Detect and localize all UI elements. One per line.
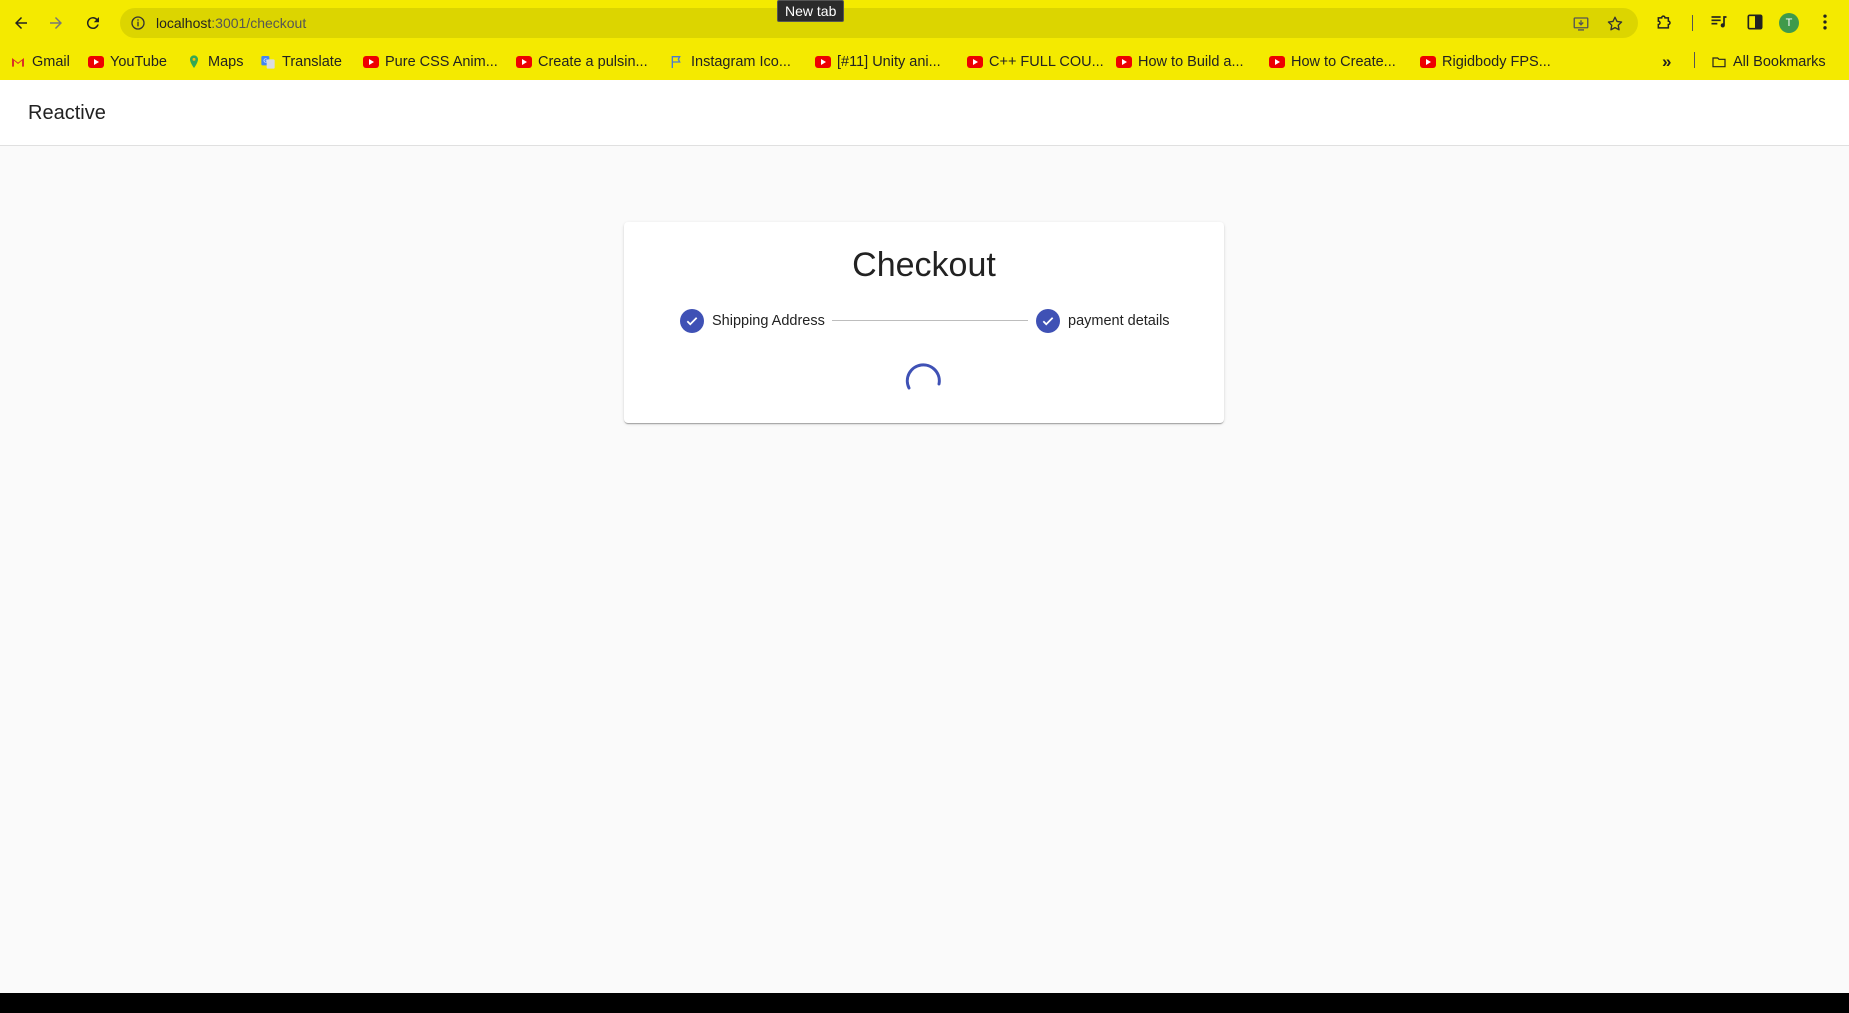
arrow-left-icon bbox=[15, 17, 27, 29]
browser-toolbar: localhost:3001/checkout New tab T bbox=[0, 0, 1849, 45]
back-button[interactable] bbox=[8, 10, 34, 36]
bookmark-item[interactable]: How to Create... bbox=[1269, 49, 1396, 75]
url-host: localhost bbox=[156, 15, 212, 31]
youtube-icon bbox=[1420, 56, 1436, 68]
bookmark-item[interactable]: Pure CSS Anim... bbox=[363, 49, 498, 75]
all-bookmarks-button[interactable]: All Bookmarks bbox=[1711, 49, 1826, 75]
svg-text:G: G bbox=[263, 59, 267, 65]
bookmark-item[interactable]: Create a pulsin... bbox=[516, 49, 648, 75]
side-panel-button[interactable] bbox=[1745, 12, 1765, 32]
url-path: :3001/checkout bbox=[211, 15, 307, 31]
bookmark-translate[interactable]: G Translate bbox=[260, 49, 342, 75]
gmail-icon bbox=[12, 58, 24, 67]
reload-icon bbox=[86, 17, 99, 30]
bookmark-label: Rigidbody FPS... bbox=[1442, 54, 1551, 70]
bookmark-label: [#11] Unity ani... bbox=[837, 54, 941, 70]
youtube-icon bbox=[1269, 56, 1285, 68]
bookmark-item[interactable]: C++ FULL COU... bbox=[967, 49, 1104, 75]
profile-avatar[interactable]: T bbox=[1779, 13, 1799, 33]
arrow-right-icon bbox=[50, 17, 62, 29]
youtube-icon bbox=[363, 56, 379, 68]
address-bar[interactable]: localhost:3001/checkout bbox=[120, 8, 1638, 38]
tab-tooltip: New tab bbox=[777, 0, 845, 22]
youtube-icon bbox=[967, 56, 983, 68]
step-label: payment details bbox=[1068, 313, 1170, 329]
youtube-icon bbox=[88, 56, 104, 68]
bookmarks-bar: Gmail YouTube Maps G Translate Pure CSS … bbox=[0, 46, 1849, 78]
checkout-heading: Checkout bbox=[852, 246, 996, 284]
media-controls-button[interactable] bbox=[1709, 12, 1729, 32]
side-panel-icon bbox=[1747, 14, 1763, 30]
reload-button[interactable] bbox=[80, 10, 106, 36]
toolbar-divider bbox=[1692, 15, 1693, 31]
browser-chrome: localhost:3001/checkout New tab T Gmail … bbox=[0, 0, 1849, 80]
more-vert-icon bbox=[1823, 14, 1827, 30]
check-circle-icon bbox=[1036, 309, 1060, 333]
translate-icon: G bbox=[261, 56, 275, 69]
youtube-icon bbox=[516, 56, 532, 68]
extensions-button[interactable] bbox=[1655, 12, 1675, 32]
bookmark-youtube[interactable]: YouTube bbox=[88, 49, 167, 75]
bookmarks-overflow-button[interactable]: » bbox=[1662, 49, 1671, 75]
bookmark-item[interactable]: Instagram Ico... bbox=[669, 49, 791, 75]
bookmark-gmail[interactable]: Gmail bbox=[10, 49, 70, 75]
checkout-card: Checkout Shipping Address payment detail… bbox=[624, 222, 1224, 423]
step-connector bbox=[832, 320, 1028, 321]
install-app-icon[interactable] bbox=[1572, 15, 1590, 33]
bookmark-label: Gmail bbox=[32, 54, 70, 70]
bookmark-label: Instagram Ico... bbox=[691, 54, 791, 70]
double-chevron-right-icon: » bbox=[1662, 52, 1672, 71]
step-shipping-address: Shipping Address bbox=[680, 309, 825, 333]
loading-spinner-icon bbox=[905, 363, 941, 390]
forward-button[interactable] bbox=[43, 10, 69, 36]
bookmark-label: Pure CSS Anim... bbox=[385, 54, 498, 70]
folder-icon bbox=[1712, 57, 1726, 68]
bookmark-label: Maps bbox=[208, 54, 244, 70]
app-title[interactable]: Reactive bbox=[28, 102, 106, 125]
bookmark-item[interactable]: Rigidbody FPS... bbox=[1420, 49, 1551, 75]
step-payment-details: payment details bbox=[1036, 309, 1170, 333]
bookmark-label: How to Create... bbox=[1291, 54, 1396, 70]
step-label: Shipping Address bbox=[712, 313, 825, 329]
bookmark-maps[interactable]: Maps bbox=[186, 49, 243, 75]
youtube-icon bbox=[1116, 56, 1132, 68]
app-header: Reactive bbox=[0, 80, 1849, 146]
screen-bottom-edge bbox=[0, 993, 1849, 1013]
youtube-icon bbox=[815, 56, 831, 68]
bookmark-label: Translate bbox=[282, 54, 342, 70]
bookmark-label: How to Build a... bbox=[1138, 54, 1244, 70]
bookmarks-divider bbox=[1694, 52, 1695, 68]
all-bookmarks-label: All Bookmarks bbox=[1733, 54, 1826, 70]
bookmark-item[interactable]: How to Build a... bbox=[1116, 49, 1244, 75]
url-text[interactable]: localhost:3001/checkout bbox=[156, 15, 306, 31]
bookmark-star-icon[interactable] bbox=[1606, 15, 1624, 33]
check-circle-icon bbox=[680, 309, 704, 333]
bookmark-label: Create a pulsin... bbox=[538, 54, 648, 70]
puzzle-icon bbox=[1657, 15, 1671, 29]
browser-menu-button[interactable] bbox=[1815, 12, 1835, 32]
bookmark-label: C++ FULL COU... bbox=[989, 54, 1104, 70]
flag-icon bbox=[671, 56, 681, 68]
bookmark-label: YouTube bbox=[110, 54, 167, 70]
site-info-icon[interactable] bbox=[130, 15, 146, 31]
bookmark-item[interactable]: [#11] Unity ani... bbox=[815, 49, 941, 75]
queue-music-icon bbox=[1711, 16, 1727, 28]
maps-icon bbox=[190, 55, 198, 68]
app-viewport: Reactive Checkout Shipping Address payme… bbox=[0, 80, 1849, 993]
